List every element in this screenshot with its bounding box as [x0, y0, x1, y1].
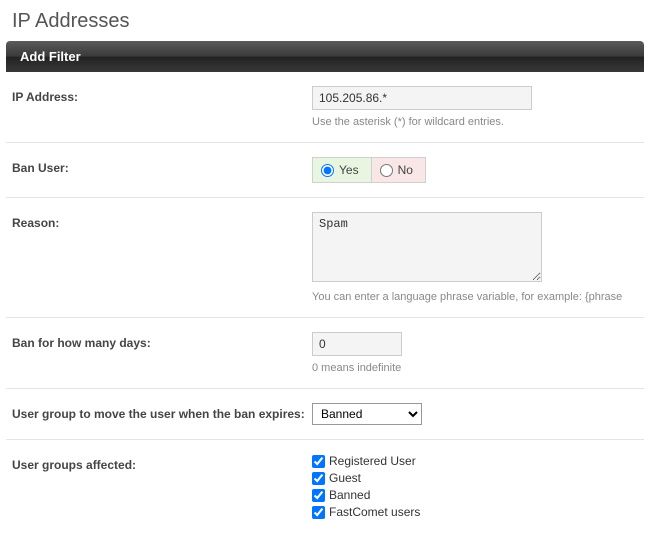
ban-user-no-label: No — [398, 163, 413, 177]
group-checkbox-label: FastComet users — [329, 505, 420, 519]
row-ban-user: Ban User: Yes No — [6, 143, 644, 198]
ban-user-no-radio[interactable] — [380, 164, 393, 177]
group-checkbox-input[interactable] — [312, 455, 325, 468]
reason-textarea[interactable] — [312, 212, 542, 282]
page-title: IP Addresses — [0, 0, 650, 41]
row-ban-days: Ban for how many days: 0 means indefinit… — [6, 318, 644, 389]
ban-days-input[interactable] — [312, 332, 402, 356]
label-expire-group: User group to move the user when the ban… — [12, 403, 312, 421]
ip-address-input[interactable] — [312, 86, 532, 110]
reason-hint: You can enter a language phrase variable… — [312, 291, 638, 303]
group-checkbox-guest[interactable]: Guest — [312, 471, 638, 485]
label-ip-address: IP Address: — [12, 86, 312, 104]
row-reason: Reason: You can enter a language phrase … — [6, 198, 644, 318]
row-groups-affected: User groups affected: Registered User Gu… — [6, 440, 644, 536]
group-checkbox-input[interactable] — [312, 489, 325, 502]
ban-user-yes-radio[interactable] — [321, 164, 334, 177]
group-checkbox-label: Guest — [329, 471, 361, 485]
row-expire-group: User group to move the user when the ban… — [6, 389, 644, 440]
expire-group-select[interactable]: Banned — [312, 403, 422, 425]
group-checkbox-label: Registered User — [329, 454, 416, 468]
label-reason: Reason: — [12, 212, 312, 230]
ban-user-yes-label: Yes — [339, 163, 359, 177]
ban-user-yes-option[interactable]: Yes — [313, 158, 372, 182]
label-ban-days: Ban for how many days: — [12, 332, 312, 350]
section-header-add-filter: Add Filter — [6, 41, 644, 72]
groups-affected-list: Registered User Guest Banned FastComet u… — [312, 454, 638, 522]
ban-user-no-option[interactable]: No — [372, 158, 425, 182]
add-filter-form: IP Address: Use the asterisk (*) for wil… — [0, 72, 650, 536]
group-checkbox-label: Banned — [329, 488, 370, 502]
row-ip-address: IP Address: Use the asterisk (*) for wil… — [6, 72, 644, 143]
group-checkbox-banned[interactable]: Banned — [312, 488, 638, 502]
ban-days-hint: 0 means indefinite — [312, 362, 638, 374]
group-checkbox-registered-user[interactable]: Registered User — [312, 454, 638, 468]
label-ban-user: Ban User: — [12, 157, 312, 175]
ip-address-hint: Use the asterisk (*) for wildcard entrie… — [312, 116, 638, 128]
group-checkbox-input[interactable] — [312, 506, 325, 519]
group-checkbox-fastcomet-users[interactable]: FastComet users — [312, 505, 638, 519]
label-groups-affected: User groups affected: — [12, 454, 312, 472]
group-checkbox-input[interactable] — [312, 472, 325, 485]
